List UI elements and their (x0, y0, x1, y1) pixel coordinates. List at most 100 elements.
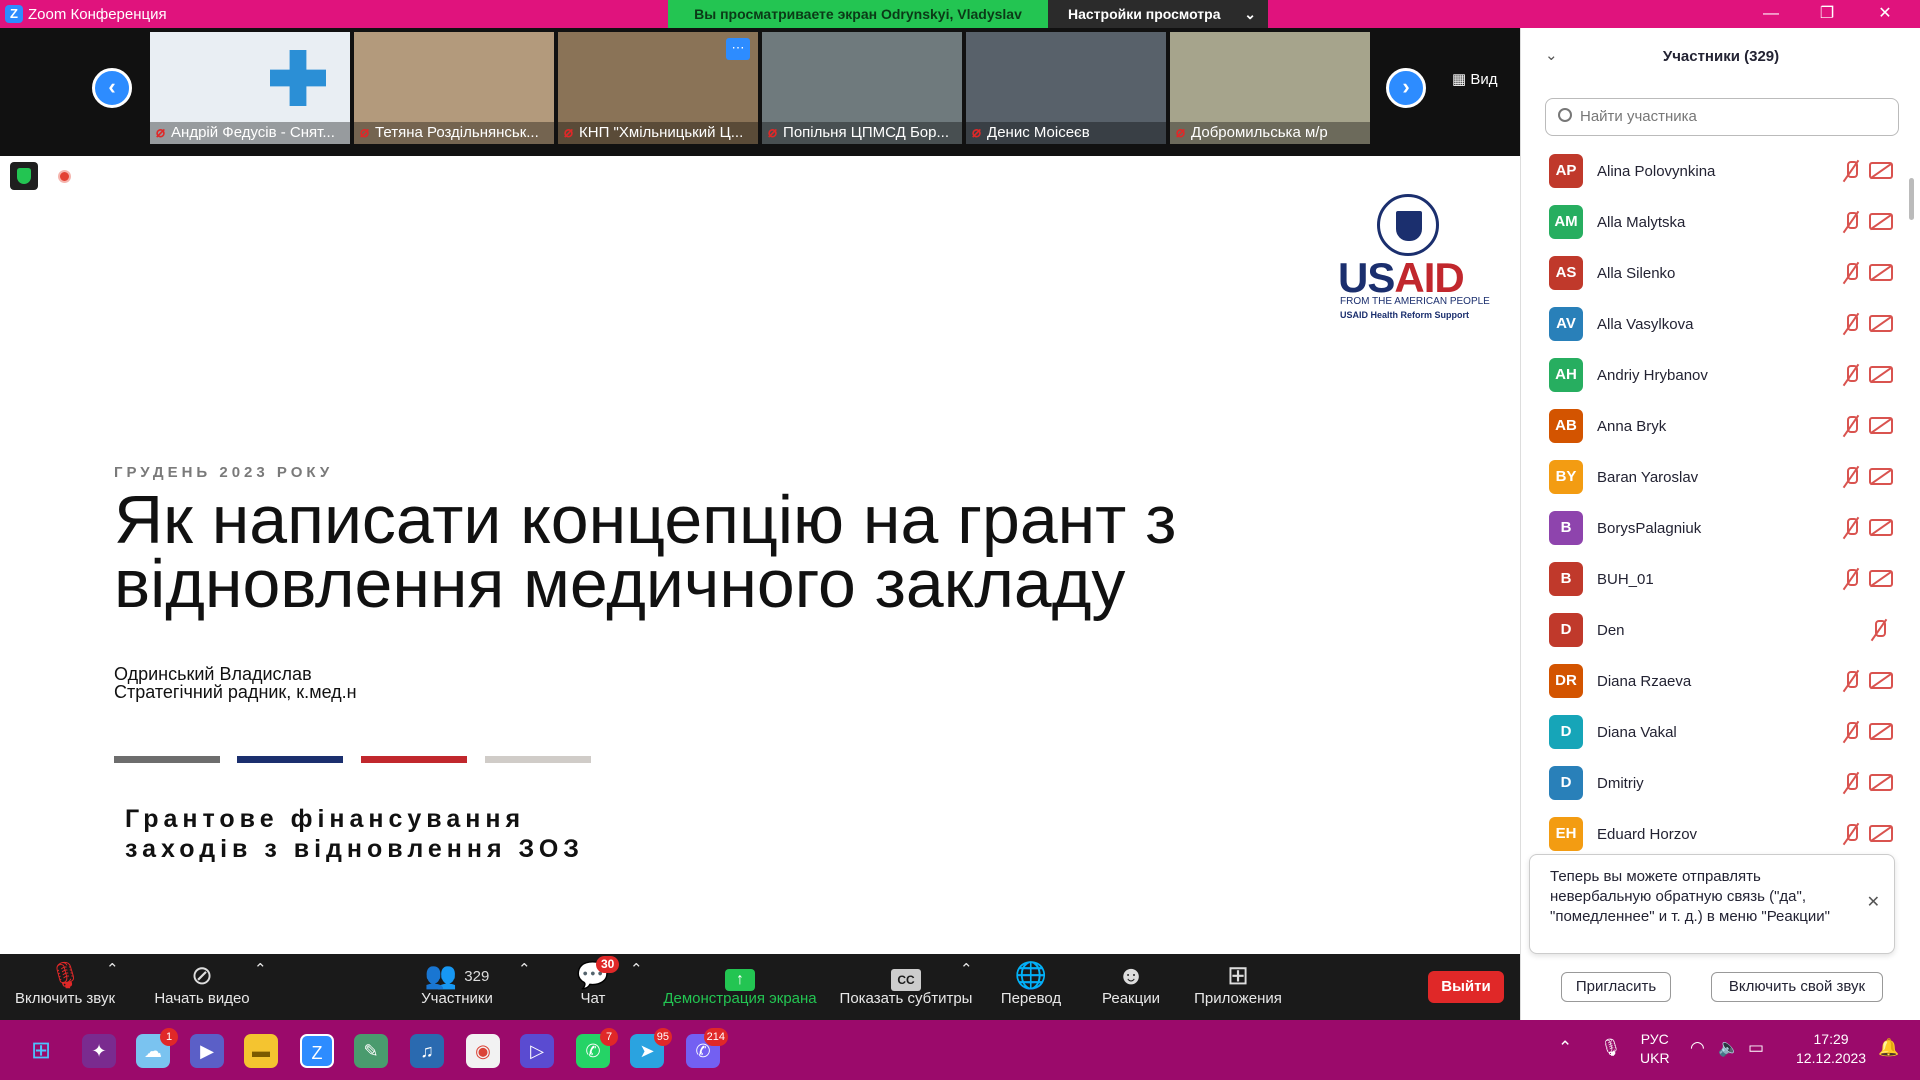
microphone-icon[interactable]: 🎙 (1600, 1038, 1622, 1058)
slide-subtitle-line: заходів з відновлення ЗОЗ (125, 835, 584, 863)
participant-row[interactable]: BY Baran Yaroslav (1521, 452, 1920, 503)
video-tile[interactable]: ⌀ Андрій Федусів - Снят... (150, 32, 350, 144)
participants-caret[interactable]: ⌃ (518, 960, 531, 978)
unmute-me-button[interactable]: Включить свой звук (1711, 972, 1883, 1002)
share-screen-button[interactable]: ↑ Демонстрация экрана (660, 960, 820, 1007)
zoom-app-icon[interactable]: Z (300, 1034, 334, 1068)
volume-icon[interactable]: 🔈 (1718, 1038, 1739, 1058)
restore-icon[interactable]: ❐ (1804, 0, 1850, 28)
captions-icon: CC (891, 969, 921, 991)
view-options-button[interactable]: Настройки просмотра ⌄ (1048, 0, 1268, 28)
video-tile[interactable]: ⋯ ⌀ КНП "Хмільницький Ц... (558, 32, 758, 144)
slide-role: Стратегічний радник, к.мед.н (114, 682, 357, 702)
close-icon[interactable]: ✕ (1862, 0, 1908, 28)
video-tile[interactable]: ⌀ Попільня ЦПМСД Бор... (762, 32, 962, 144)
language-indicator[interactable]: РУС UKR (1640, 1030, 1670, 1068)
participant-row[interactable]: B BorysPalagniuk (1521, 503, 1920, 554)
participant-name: Den (1597, 622, 1625, 639)
muted-mic-icon: ⌀ (972, 124, 982, 141)
invite-button[interactable]: Пригласить (1561, 972, 1671, 1002)
security-shield-icon[interactable] (10, 162, 38, 190)
video-tile[interactable]: ⌀ Добромильська м/р (1170, 32, 1370, 144)
muted-mic-icon: ⌀ (564, 124, 574, 141)
participant-row[interactable]: AH Andriy Hrybanov (1521, 350, 1920, 401)
telegram-badge: 95 (653, 1028, 672, 1046)
video-tile[interactable]: ⌀ Денис Моісеєв (966, 32, 1166, 144)
filmstrip-next-button[interactable]: › (1386, 68, 1426, 108)
avatar: D (1549, 715, 1583, 749)
whatsapp-app-icon[interactable]: ✆ 7 (576, 1028, 618, 1068)
telegram-app-icon[interactable]: ➤ 95 (630, 1028, 672, 1068)
start-video-button[interactable]: ⊘ Начать видео (150, 960, 254, 1007)
participant-name: Alla Silenko (1597, 265, 1676, 282)
muted-mic-icon (1841, 466, 1861, 488)
avatar: D (1549, 613, 1583, 647)
media-app-icon[interactable]: ▷ (520, 1034, 554, 1068)
unmute-button[interactable]: 🎙 Включить звук (10, 960, 120, 1007)
view-button[interactable]: ▦ Вид (1452, 70, 1498, 88)
windows-taskbar: ⊞ ✦ ☁ 1 ▶ ▬ Z ✎ ♫ ◉ ▷ ✆ 7 ➤ 95 ✆ 214 ⌃ 🎙 РУС… (0, 1020, 1920, 1080)
mp3-app-icon[interactable]: ♫ (410, 1034, 444, 1068)
participant-row[interactable]: AP Alina Polovynkina (1521, 146, 1920, 197)
paint-app-icon[interactable]: ✎ (354, 1034, 388, 1068)
participant-row[interactable]: DR Diana Rzaeva (1521, 656, 1920, 707)
notifications-icon[interactable]: 🔔 (1878, 1038, 1899, 1058)
reactions-button[interactable]: ☻ Реакции (1098, 960, 1164, 1007)
video-off-icon (1869, 468, 1893, 485)
scrollbar[interactable] (1909, 178, 1914, 220)
apps-button[interactable]: ⊞ Приложения (1188, 960, 1288, 1007)
captions-button[interactable]: CC Показать субтитры (836, 960, 976, 1007)
participants-button[interactable]: 👥 329 Участники (412, 960, 502, 1007)
participant-name: Alla Vasylkova (1597, 316, 1694, 333)
color-bar (485, 756, 591, 763)
participant-row[interactable]: D Diana Vakal (1521, 707, 1920, 758)
participant-row[interactable]: AS Alla Silenko (1521, 248, 1920, 299)
battery-icon[interactable]: ▭ (1748, 1038, 1764, 1058)
cloud-app-icon[interactable]: ☁ 1 (136, 1028, 178, 1068)
clock[interactable]: 17:29 12.12.2023 (1796, 1030, 1866, 1068)
zoom-logo-icon: Z (5, 5, 23, 23)
participant-row[interactable]: B BUH_01 (1521, 554, 1920, 605)
participant-row[interactable]: D Den (1521, 605, 1920, 656)
participant-row[interactable]: AM Alla Malytska (1521, 197, 1920, 248)
usaid-logo: USAID (1338, 254, 1465, 301)
windows-start-icon[interactable]: ⊞ (24, 1034, 58, 1068)
folder-app-icon[interactable]: ▬ (244, 1034, 278, 1068)
translate-label: Перевод (1000, 990, 1062, 1007)
color-bar (114, 756, 220, 763)
video-tile[interactable]: ⌀ Тетяна Роздільнянськ... (354, 32, 554, 144)
teams-app-icon[interactable]: ▶ (190, 1034, 224, 1068)
muted-mic-icon: 🎙 (48, 960, 82, 990)
video-tile-name: ⌀ Попільня ЦПМСД Бор... (762, 122, 962, 144)
chevron-up-icon[interactable]: ⌃ (1558, 1038, 1572, 1058)
participant-row[interactable]: AB Anna Bryk (1521, 401, 1920, 452)
captions-caret[interactable]: ⌃ (960, 960, 973, 978)
viber-app-icon[interactable]: ✆ 214 (686, 1028, 728, 1068)
exit-button[interactable]: Выйти (1428, 971, 1504, 1003)
participant-row[interactable]: EH Eduard Horzov (1521, 809, 1920, 860)
close-icon[interactable]: ✕ (1867, 893, 1880, 913)
usaid-tagline: FROM THE AMERICAN PEOPLE (1340, 296, 1490, 307)
participant-row[interactable]: D Dmitriy (1521, 758, 1920, 809)
more-options-icon[interactable]: ⋯ (726, 38, 750, 60)
chat-button[interactable]: 💬 30 Чат (568, 956, 620, 1007)
minimize-icon[interactable]: — (1748, 0, 1794, 28)
participant-name: Alina Polovynkina (1597, 163, 1716, 180)
search-input[interactable]: Найти участника (1545, 98, 1899, 136)
slide-title: Як написати концепцію на грант з відновл… (114, 486, 1214, 618)
video-off-icon (1869, 723, 1893, 740)
video-options-caret[interactable]: ⌃ (254, 960, 267, 978)
reactions-label: Реакции (1102, 990, 1160, 1007)
wifi-icon[interactable]: ◠ (1690, 1038, 1705, 1058)
participant-name: Diana Rzaeva (1597, 673, 1692, 690)
participant-row[interactable]: AV Alla Vasylkova (1521, 299, 1920, 350)
copilot-app-icon[interactable]: ✦ (82, 1034, 116, 1068)
filmstrip-prev-button[interactable]: ‹ (92, 68, 132, 108)
chat-caret[interactable]: ⌃ (630, 960, 643, 978)
chrome-app-icon[interactable]: ◉ (466, 1034, 500, 1068)
translate-button[interactable]: 🌐 Перевод (996, 960, 1066, 1007)
video-off-icon (1869, 519, 1893, 536)
video-tile-name: ⌀ Тетяна Роздільнянськ... (354, 122, 554, 144)
participant-name: Diana Vakal (1597, 724, 1677, 741)
audio-options-caret[interactable]: ⌃ (106, 960, 119, 978)
